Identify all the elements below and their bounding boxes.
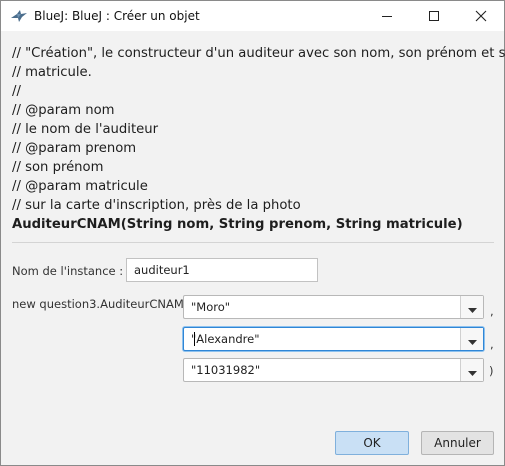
param-prenom-value[interactable]: "Alexandre" [191,332,260,346]
instance-name-label: Nom de l'instance : [12,264,124,278]
param-nom-value[interactable]: "Moro" [191,300,230,314]
dropdown-button[interactable] [460,328,483,350]
text-caret [194,332,195,346]
param-nom-combo[interactable]: "Moro" [183,295,484,319]
dialog-window: BlueJ: BlueJ : Créer un objet // "Créati… [0,0,505,466]
constructor-signature: AuditeurCNAM(String nom, String prenom, … [12,217,463,232]
chevron-down-icon [467,298,477,317]
close-button[interactable] [458,1,504,31]
comment-line: // matricule. [12,65,92,80]
window-title: BlueJ: BlueJ : Créer un objet [34,9,200,23]
title-bar[interactable]: BlueJ: BlueJ : Créer un objet [1,1,504,31]
param-separator: , [490,337,494,351]
chevron-down-icon [467,361,477,380]
instance-name-input[interactable]: auditeur1 [126,258,318,282]
dropdown-button[interactable] [460,359,483,381]
comment-line: // @param nom [12,103,115,118]
comment-line: // son prénom [12,160,104,175]
param-prenom-combo[interactable]: "Alexandre" [183,327,484,351]
maximize-icon [428,10,440,22]
param-matricule-combo[interactable]: "11031982" [183,358,484,382]
minimize-icon [381,10,393,22]
constructor-comment: // "Création", le constructeur d'un audi… [12,44,505,234]
comment-line: // @param matricule [12,179,148,194]
comment-line: // @param prenom [12,141,137,156]
minimize-button[interactable] [364,1,410,31]
chevron-down-icon [467,330,477,349]
comment-line: // [12,84,21,99]
separator [12,242,494,243]
constructor-call-label: new question3.AuditeurCNAM( [12,297,189,311]
comment-line: // le nom de l'auditeur [12,122,159,137]
close-icon [475,10,487,22]
comment-line: // sur la carte d'inscription, près de l… [12,198,301,213]
dropdown-button[interactable] [460,296,483,318]
maximize-button[interactable] [411,1,457,31]
ok-button[interactable]: OK [335,431,409,455]
cancel-button[interactable]: Annuler [421,431,494,455]
param-separator: , [490,304,494,318]
closing-paren: ) [489,364,494,378]
param-matricule-value[interactable]: "11031982" [191,363,260,377]
bluej-bird-icon [10,8,28,24]
comment-line: // "Création", le constructeur d'un audi… [12,46,505,61]
